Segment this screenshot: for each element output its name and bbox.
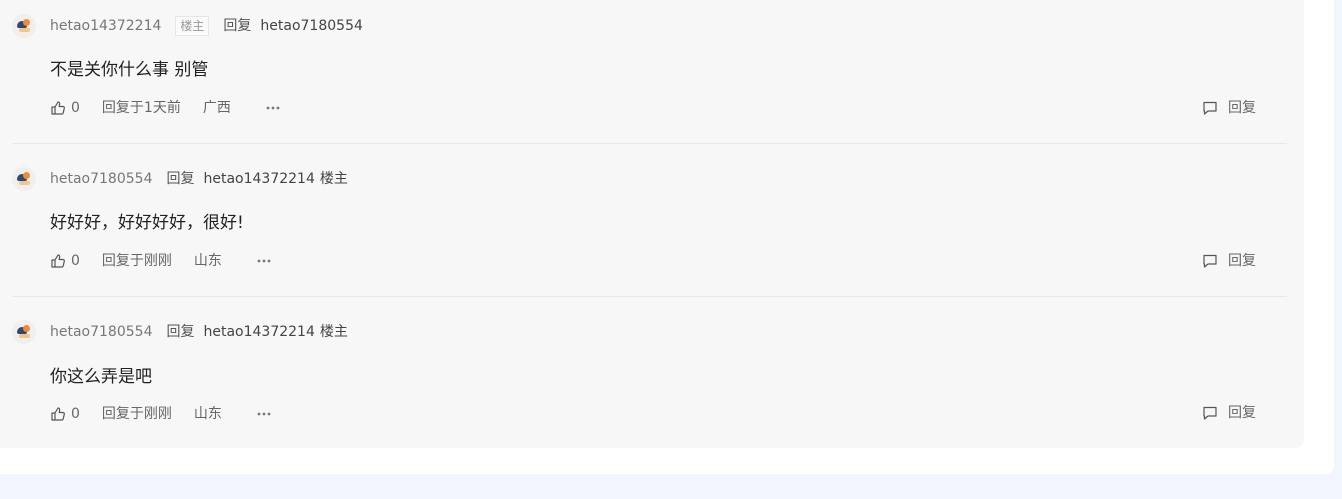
avatar[interactable] — [12, 167, 36, 191]
reply-to-label: 回复 — [223, 18, 252, 34]
reply-item: hetao7180554 回复 hetao14372214 楼主 你这么弄是吧 … — [0, 306, 1304, 459]
thumbs-up-icon[interactable] — [50, 406, 66, 422]
ip-location: 山东 — [193, 253, 222, 269]
reply-time: 回复于1天前 — [101, 100, 181, 116]
comment-icon — [1202, 405, 1218, 421]
reply-button[interactable]: 回复 — [1202, 403, 1256, 423]
more-dots-icon[interactable] — [256, 253, 272, 269]
username[interactable]: hetao7180554 — [50, 322, 152, 342]
like-count: 0 — [71, 100, 80, 116]
comment-icon — [1202, 100, 1218, 116]
reply-time: 回复于刚刚 — [101, 253, 172, 269]
more-dots-icon[interactable] — [265, 100, 281, 116]
thumbs-up-icon[interactable] — [50, 253, 66, 269]
reply-meta: hetao7180554 回复 hetao14372214 楼主 — [50, 322, 348, 342]
divider — [12, 143, 1287, 144]
reply-content: 不是关你什么事 别管 — [50, 60, 209, 80]
reply-actions: 0 回复于1天前 广西 — [50, 98, 281, 118]
reply-button[interactable]: 回复 — [1202, 251, 1256, 271]
reply-meta: hetao14372214 楼主 回复 hetao7180554 — [50, 16, 363, 36]
reply-item: hetao14372214 楼主 回复 hetao7180554 不是关你什么事… — [0, 0, 1304, 153]
reply-button[interactable]: 回复 — [1202, 98, 1256, 118]
reply-target-username[interactable]: hetao14372214 — [203, 322, 314, 342]
reply-button-label: 回复 — [1228, 100, 1256, 116]
reply-item: hetao7180554 回复 hetao14372214 楼主 好好好，好好好… — [0, 153, 1304, 306]
avatar[interactable] — [12, 320, 36, 344]
thumbs-up-icon[interactable] — [50, 100, 66, 116]
reply-time: 回复于刚刚 — [101, 406, 172, 422]
reply-to-label: 回复 — [166, 324, 195, 340]
divider — [12, 296, 1287, 297]
comment-icon — [1202, 253, 1218, 269]
like-count: 0 — [71, 253, 80, 269]
reply-content: 你这么弄是吧 — [50, 367, 152, 387]
sub-reply-list: hetao14372214 楼主 回复 hetao7180554 不是关你什么事… — [0, 0, 1304, 448]
reply-button-label: 回复 — [1228, 405, 1256, 421]
reply-meta: hetao7180554 回复 hetao14372214 楼主 — [50, 169, 348, 189]
reply-target-op-label: 楼主 — [319, 324, 348, 340]
reply-to-label: 回复 — [166, 171, 195, 187]
op-badge: 楼主 — [175, 16, 210, 36]
reply-content: 好好好，好好好好，很好! — [50, 213, 244, 233]
avatar[interactable] — [12, 14, 36, 38]
reply-target-username[interactable]: hetao14372214 — [203, 169, 314, 189]
more-dots-icon[interactable] — [256, 406, 272, 422]
ip-location: 广西 — [202, 100, 231, 116]
username[interactable]: hetao14372214 — [50, 16, 161, 36]
comment-card: hetao14372214 楼主 回复 hetao7180554 不是关你什么事… — [0, 0, 1334, 474]
reply-target-op-label: 楼主 — [319, 171, 348, 187]
reply-actions: 0 回复于刚刚 山东 — [50, 251, 272, 271]
reply-target-username[interactable]: hetao7180554 — [260, 16, 362, 36]
ip-location: 山东 — [193, 406, 222, 422]
username[interactable]: hetao7180554 — [50, 169, 152, 189]
like-count: 0 — [71, 406, 80, 422]
reply-button-label: 回复 — [1228, 253, 1256, 269]
reply-actions: 0 回复于刚刚 山东 — [50, 404, 272, 424]
